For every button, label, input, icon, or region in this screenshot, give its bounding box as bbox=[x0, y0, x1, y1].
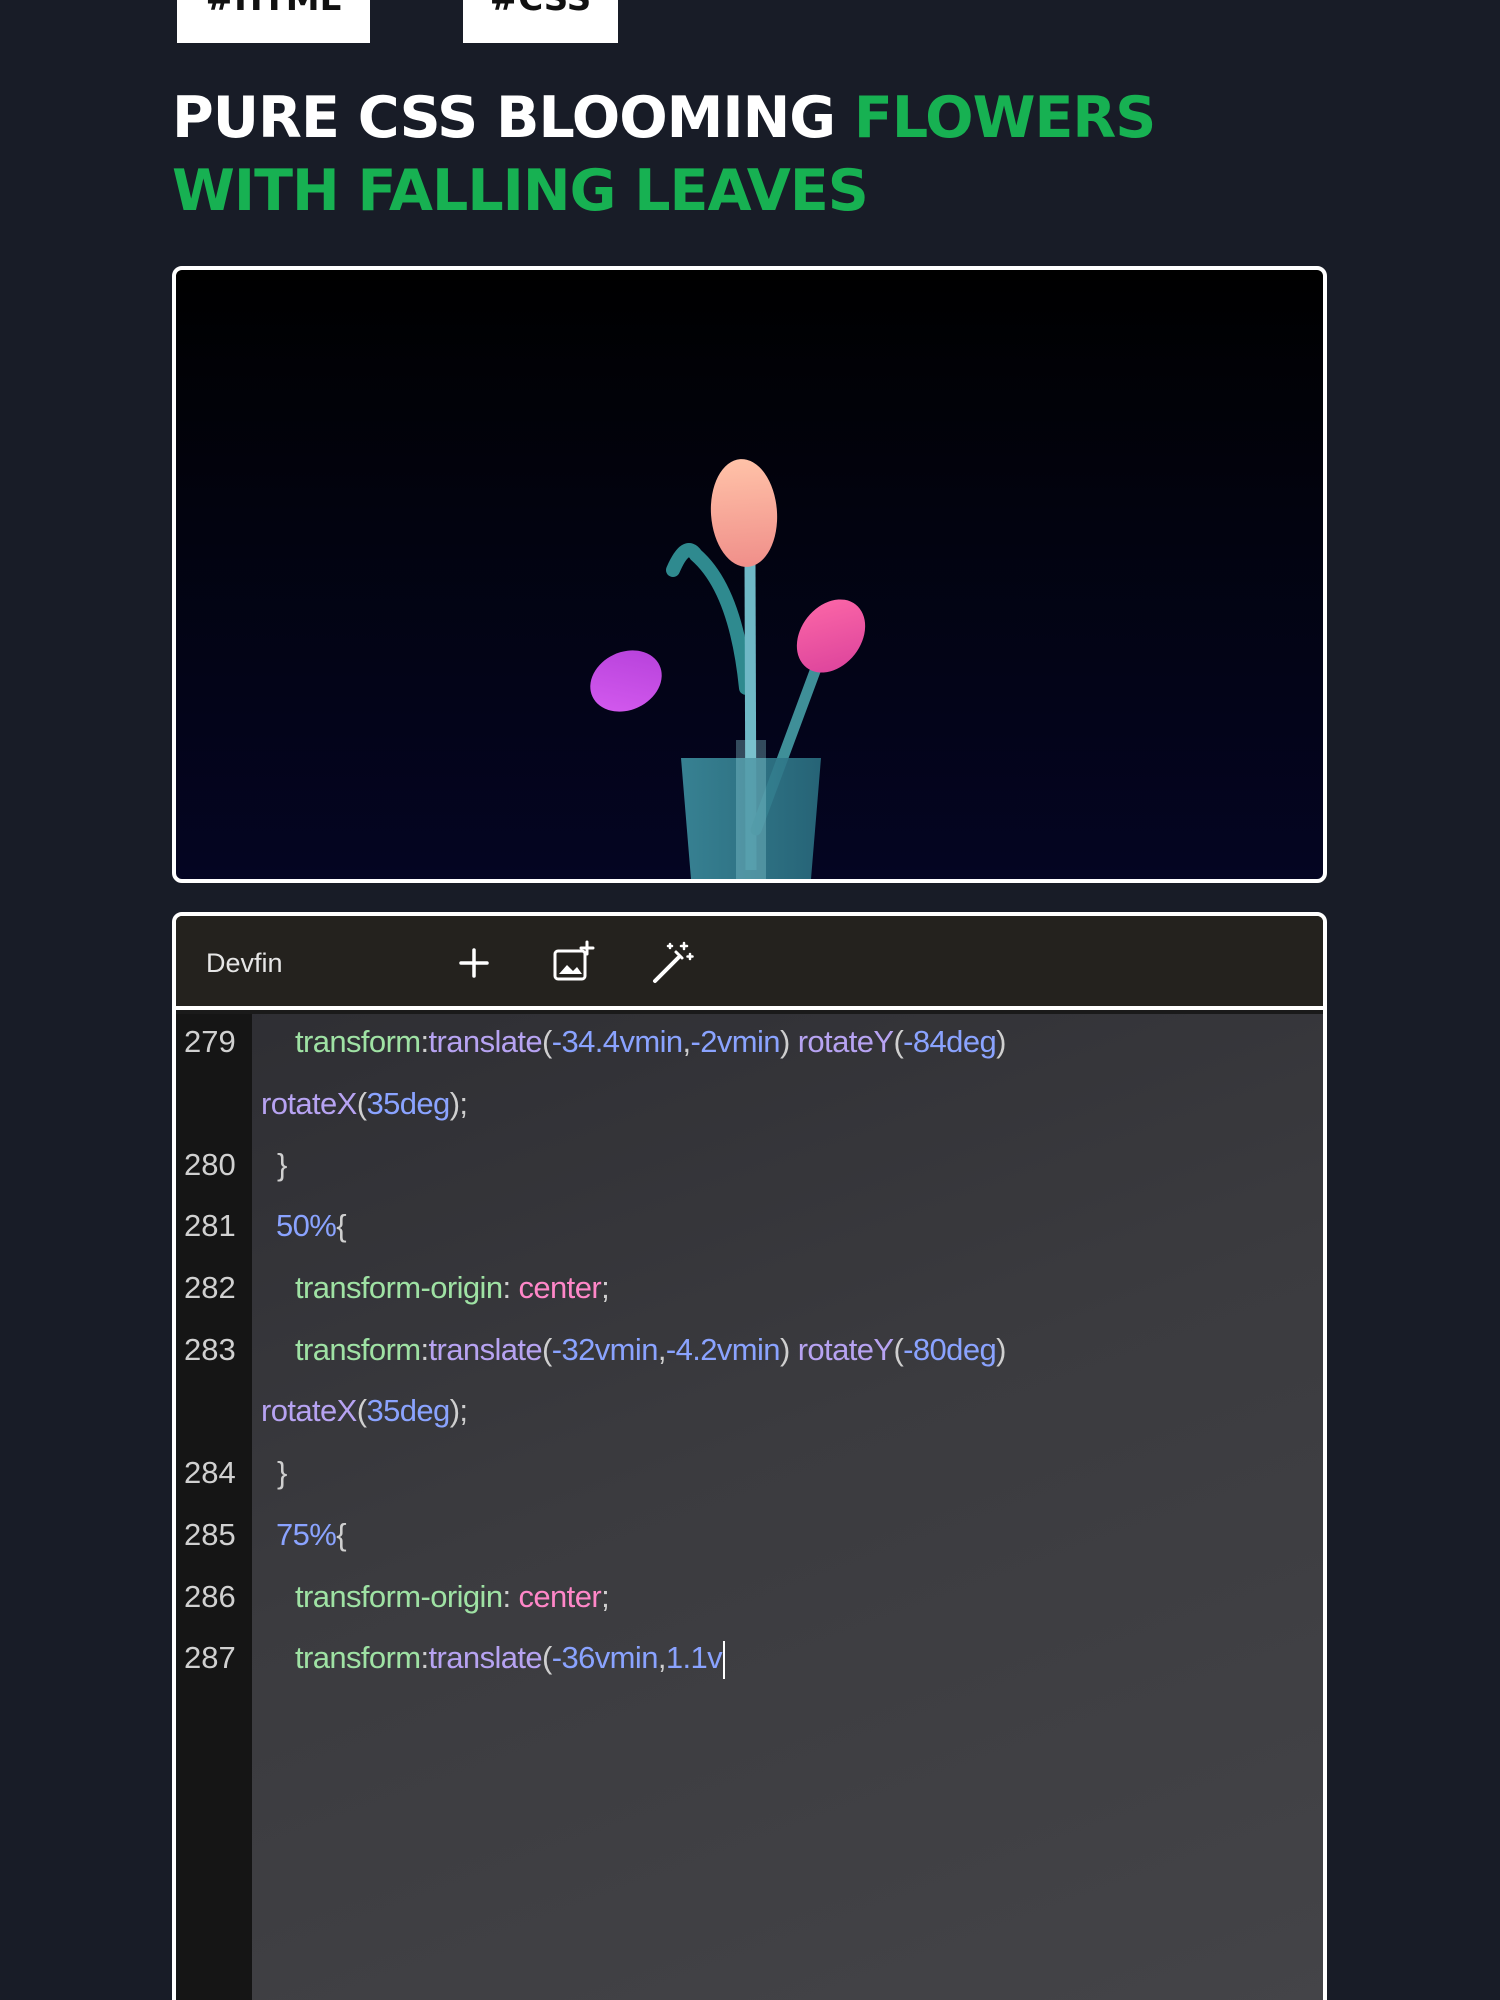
code-token: -34.4vmin bbox=[551, 1024, 683, 1059]
title-second-line: WITH FALLING LEAVES bbox=[172, 158, 869, 224]
code-token: { bbox=[336, 1517, 347, 1552]
code-token: rotateY bbox=[797, 1024, 894, 1059]
code-line: transform-origin: center; bbox=[295, 1268, 610, 1308]
code-token: 75% bbox=[276, 1517, 337, 1552]
code-token: } bbox=[277, 1147, 287, 1182]
text-cursor bbox=[723, 1640, 726, 1679]
code-token: ; bbox=[601, 1579, 610, 1614]
code-token: transform bbox=[295, 1332, 421, 1367]
code-token: -2vmin bbox=[690, 1024, 781, 1059]
line-number-gutter: 279 280 281 282 283 284 285 286 287 bbox=[176, 1014, 252, 2000]
line-number: 286 bbox=[184, 1579, 236, 1614]
code-token: ( bbox=[542, 1024, 552, 1059]
code-token: ( bbox=[893, 1332, 904, 1367]
code-token: ); bbox=[449, 1086, 468, 1121]
line-number: 279 bbox=[184, 1024, 236, 1059]
code-token: : bbox=[420, 1332, 430, 1367]
code-token: ; bbox=[601, 1270, 610, 1305]
tag-css: #CSS bbox=[463, 0, 618, 43]
add-image-icon[interactable] bbox=[548, 938, 598, 988]
code-line: rotateX(35deg); bbox=[261, 1391, 468, 1431]
code-token: ) bbox=[779, 1332, 798, 1367]
code-token: : bbox=[420, 1024, 430, 1059]
code-token: } bbox=[277, 1455, 287, 1490]
code-line: 50%{ bbox=[276, 1206, 347, 1246]
line-number: 283 bbox=[184, 1332, 236, 1367]
flower-illustration bbox=[590, 459, 866, 879]
code-token: , bbox=[682, 1024, 692, 1059]
code-token: 50% bbox=[276, 1208, 337, 1243]
tag-html: #HTML bbox=[177, 0, 370, 43]
code-line: 75%{ bbox=[276, 1515, 347, 1555]
magic-wand-icon[interactable] bbox=[646, 938, 696, 988]
line-number: 285 bbox=[184, 1517, 236, 1552]
code-line: transform:translate(-32vmin,-4.2vmin) ro… bbox=[295, 1330, 1006, 1370]
code-token: , bbox=[657, 1640, 667, 1675]
flower-preview bbox=[172, 266, 1327, 883]
purple-bud bbox=[590, 650, 662, 712]
code-line: } bbox=[277, 1453, 287, 1493]
code-token: ) bbox=[996, 1024, 1006, 1059]
plus-icon[interactable] bbox=[449, 938, 499, 988]
code-token: : bbox=[420, 1640, 430, 1675]
code-token: ); bbox=[449, 1393, 468, 1428]
code-token: , bbox=[657, 1332, 667, 1367]
code-token: ( bbox=[542, 1640, 552, 1675]
line-number: 281 bbox=[184, 1208, 236, 1243]
code-line: transform:translate(-36vmin,1.1v bbox=[295, 1638, 726, 1679]
code-token: transform bbox=[295, 1640, 421, 1675]
code-line: transform:translate(-34.4vmin,-2vmin) ro… bbox=[295, 1022, 1006, 1062]
line-number: 280 bbox=[184, 1147, 236, 1182]
code-token: translate bbox=[428, 1024, 543, 1059]
code-token: -84deg bbox=[903, 1024, 997, 1059]
editor-toolbar: Devfin bbox=[176, 916, 1323, 1010]
code-token: { bbox=[336, 1208, 347, 1243]
code-token: center bbox=[518, 1579, 602, 1614]
code-line: } bbox=[277, 1145, 287, 1185]
code-token: transform bbox=[295, 1024, 421, 1059]
title-green-part: FLOWERS bbox=[853, 85, 1156, 151]
code-line: transform-origin: center; bbox=[295, 1577, 610, 1617]
line-number: 287 bbox=[184, 1640, 236, 1675]
code-token: translate bbox=[428, 1332, 543, 1367]
code-token: -32vmin bbox=[551, 1332, 659, 1367]
title-white-part: PURE CSS BLOOMING bbox=[172, 85, 854, 151]
code-token: translate bbox=[428, 1640, 543, 1675]
pink-bud bbox=[796, 599, 866, 673]
code-token: transform-origin bbox=[295, 1579, 503, 1614]
code-token: transform-origin bbox=[295, 1270, 503, 1305]
code-token: ( bbox=[893, 1024, 904, 1059]
code-token: rotateX bbox=[261, 1086, 357, 1121]
line-number: 282 bbox=[184, 1270, 236, 1305]
code-token: -36vmin bbox=[551, 1640, 659, 1675]
code-token: ) bbox=[996, 1332, 1006, 1367]
code-token: 35deg bbox=[366, 1393, 450, 1428]
code-token: : bbox=[502, 1270, 519, 1305]
line-number: 284 bbox=[184, 1455, 236, 1490]
code-token: center bbox=[518, 1270, 602, 1305]
code-token: : bbox=[502, 1579, 519, 1614]
code-editor: Devfin 279 280 281 282 283 284 285 286 2… bbox=[172, 912, 1327, 2000]
page-title: PURE CSS BLOOMING FLOWERS WITH FALLING L… bbox=[172, 82, 1372, 228]
code-token: -80deg bbox=[903, 1332, 997, 1367]
code-token: ) bbox=[779, 1024, 798, 1059]
peach-bud bbox=[710, 459, 778, 567]
code-token: -4.2vmin bbox=[665, 1332, 781, 1367]
code-token: rotateX bbox=[261, 1393, 357, 1428]
code-token: 1.1v bbox=[665, 1640, 723, 1675]
code-area[interactable]: 279 280 281 282 283 284 285 286 287 tran… bbox=[176, 1014, 1323, 2000]
code-token: rotateY bbox=[797, 1332, 894, 1367]
brand-label: Devfin bbox=[206, 948, 283, 978]
code-token: ( bbox=[542, 1332, 552, 1367]
code-token: 35deg bbox=[366, 1086, 450, 1121]
code-line: rotateX(35deg); bbox=[261, 1084, 468, 1124]
